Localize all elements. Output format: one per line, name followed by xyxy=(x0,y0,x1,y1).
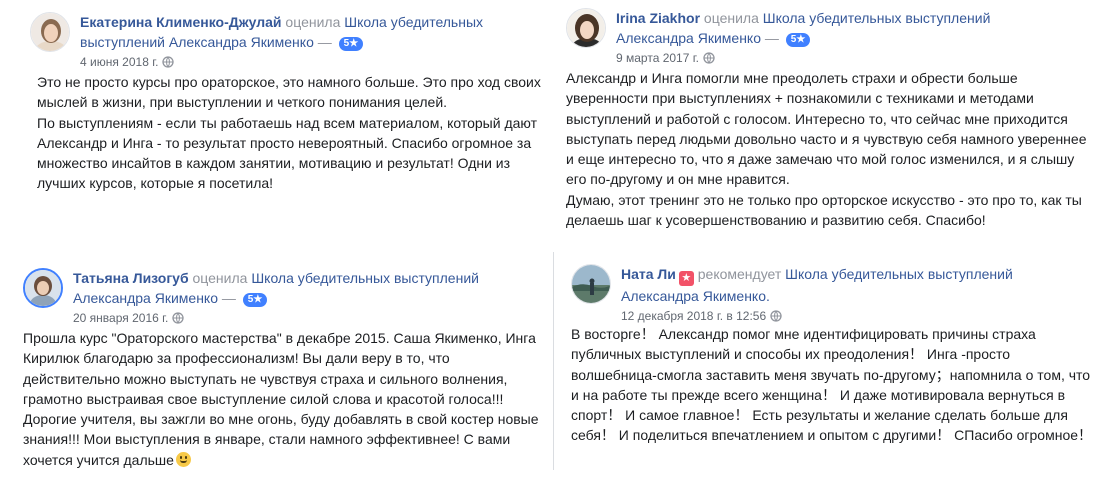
review-card: Татьяна Лизогуб оценила Школа убедительн… xyxy=(23,268,558,470)
page-name-link[interactable]: Школа убедительных xyxy=(344,14,483,30)
review-header: Екатерина Клименко-Джулай оценила Школа … xyxy=(30,12,565,72)
page-name-link[interactable]: Александра Якименко xyxy=(73,290,218,306)
review-meta: 4 июня 2018 г. xyxy=(80,54,565,72)
author-name-link[interactable]: Ната Ли xyxy=(621,266,676,282)
page-name-link[interactable]: Школа убедительных выступлений xyxy=(763,10,991,26)
review-verb: рекомендует xyxy=(697,266,782,282)
review-header: Ната Ли ★ рекомендует Школа убедительных … xyxy=(571,264,1106,324)
review-text: Александр и Инга помогли мне преодолеть … xyxy=(566,70,1087,229)
page-name-link[interactable]: Школа убедительных выступлений xyxy=(785,266,1013,282)
review-card: Ната Ли ★ рекомендует Школа убедительных … xyxy=(571,264,1106,446)
review-verb: оценила xyxy=(285,14,341,30)
avatar-image xyxy=(567,9,605,47)
author-name-link[interactable]: Татьяна Лизогуб xyxy=(73,270,189,286)
page-name-link[interactable]: Школа убедительных выступлений xyxy=(251,270,479,286)
review-date-link[interactable]: 9 марта 2017 г. xyxy=(616,51,699,65)
review-text: Прошла курс "Ораторского мастерства" в д… xyxy=(23,328,558,470)
review-verb: оценила xyxy=(192,270,248,286)
page-name-link[interactable]: Александра Якименко. xyxy=(621,288,770,304)
avatar-image xyxy=(572,265,610,303)
review-meta: 12 декабря 2018 г. в 12:56 xyxy=(621,308,1106,326)
review-text: Это не просто курсы про ораторское, это … xyxy=(37,74,541,192)
page-name-link[interactable]: выступлений Александра Якименко xyxy=(80,34,314,50)
review-header-text: Екатерина Клименко-Джулай оценила Школа … xyxy=(80,12,565,72)
review-verb: оценила xyxy=(703,10,759,26)
avatar-image xyxy=(31,13,69,51)
review-card: Екатерина Клименко-Джулай оценила Школа … xyxy=(30,12,565,194)
review-text-content: Прошла курс "Ораторского мастерства" в д… xyxy=(23,330,539,468)
review-date-link[interactable]: 4 июня 2018 г. xyxy=(80,55,158,69)
smiling-face-emoji xyxy=(175,451,191,467)
review-header: Татьяна Лизогуб оценила Школа убедительн… xyxy=(23,268,558,328)
avatar[interactable] xyxy=(23,268,63,308)
avatar-image xyxy=(25,270,61,306)
avatar[interactable] xyxy=(30,12,70,52)
review-card: Irina Ziakhor оценила Школа убедительных… xyxy=(566,8,1101,230)
author-name-link[interactable]: Irina Ziakhor xyxy=(616,10,700,26)
review-meta: 20 января 2016 г. xyxy=(73,310,558,328)
page-name-link[interactable]: Александра Якименко xyxy=(616,30,761,46)
review-date-link[interactable]: 20 января 2016 г. xyxy=(73,311,168,325)
globe-icon[interactable] xyxy=(770,310,782,326)
review-header-text: Татьяна Лизогуб оценила Школа убедительн… xyxy=(73,268,558,328)
rating-badge: 5★ xyxy=(338,37,364,51)
review-date-link[interactable]: 12 декабря 2018 г. в 12:56 xyxy=(621,309,766,323)
rating-badge: 5★ xyxy=(242,293,268,307)
globe-icon[interactable] xyxy=(162,56,175,72)
review-header: Irina Ziakhor оценила Школа убедительных… xyxy=(566,8,1101,68)
author-name-link[interactable]: Екатерина Клименко-Джулай xyxy=(80,14,282,30)
globe-icon[interactable] xyxy=(172,312,185,328)
review-meta: 9 марта 2017 г. xyxy=(616,50,1101,68)
review-text: В восторге！ Александр помог мне идентифи… xyxy=(571,326,1093,444)
globe-icon[interactable] xyxy=(703,52,715,68)
rating-badge: 5★ xyxy=(785,33,811,47)
review-header-text: Ната Ли ★ рекомендует Школа убедительных … xyxy=(621,264,1106,326)
star-badge: ★ xyxy=(678,271,694,286)
review-header-text: Irina Ziakhor оценила Школа убедительных… xyxy=(616,8,1101,68)
avatar[interactable] xyxy=(566,8,606,48)
avatar[interactable] xyxy=(571,264,611,304)
